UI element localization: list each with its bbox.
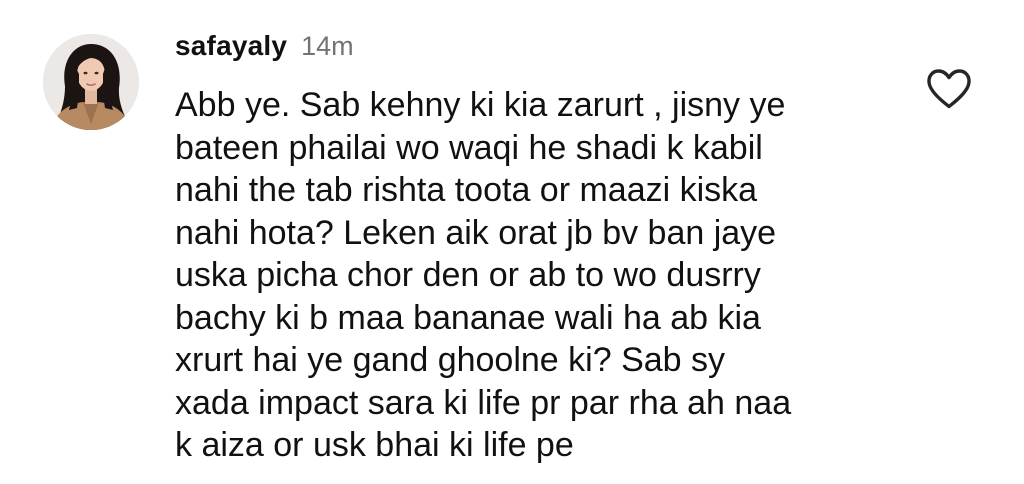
comment-header: safayaly 14m xyxy=(175,30,354,66)
comment-text: Abb ye. Sab kehny ki kia zarurt , jisny … xyxy=(175,84,895,467)
comment-text-line: bateen phailai wo waqi he shadi k kabil xyxy=(175,128,763,167)
like-button[interactable] xyxy=(926,68,972,110)
comment-text-line: nahi the tab rishta toota or maazi kiska xyxy=(175,171,758,209)
comment-item: safayaly 14m Abb ye. Sab kehny ki kia za… xyxy=(0,0,1024,484)
comment-text-line: xrurt hai ye gand ghoolne ki? Sab sy xyxy=(175,341,726,379)
username[interactable]: safayaly xyxy=(175,30,287,62)
avatar[interactable] xyxy=(43,34,139,130)
comment-text-line: xada impact sara ki life pr par rha ah n… xyxy=(175,383,792,422)
comment-text-line: bachy ki b maa bananae wali ha ab kia xyxy=(175,298,761,337)
heart-outline-icon xyxy=(927,69,971,109)
comment-text-line: uska picha chor den or ab to wo dusrry xyxy=(175,256,761,294)
comment-text-line: nahi hota? Leken aik orat jb bv ban jaye xyxy=(175,213,777,252)
timestamp: 14m xyxy=(301,31,354,61)
profile-photo xyxy=(43,34,139,130)
comment-text-line: Abb ye. Sab kehny ki kia zarurt , jisny … xyxy=(175,86,786,124)
comment-text-line: k aiza or usk bhai ki life pe xyxy=(175,426,574,464)
